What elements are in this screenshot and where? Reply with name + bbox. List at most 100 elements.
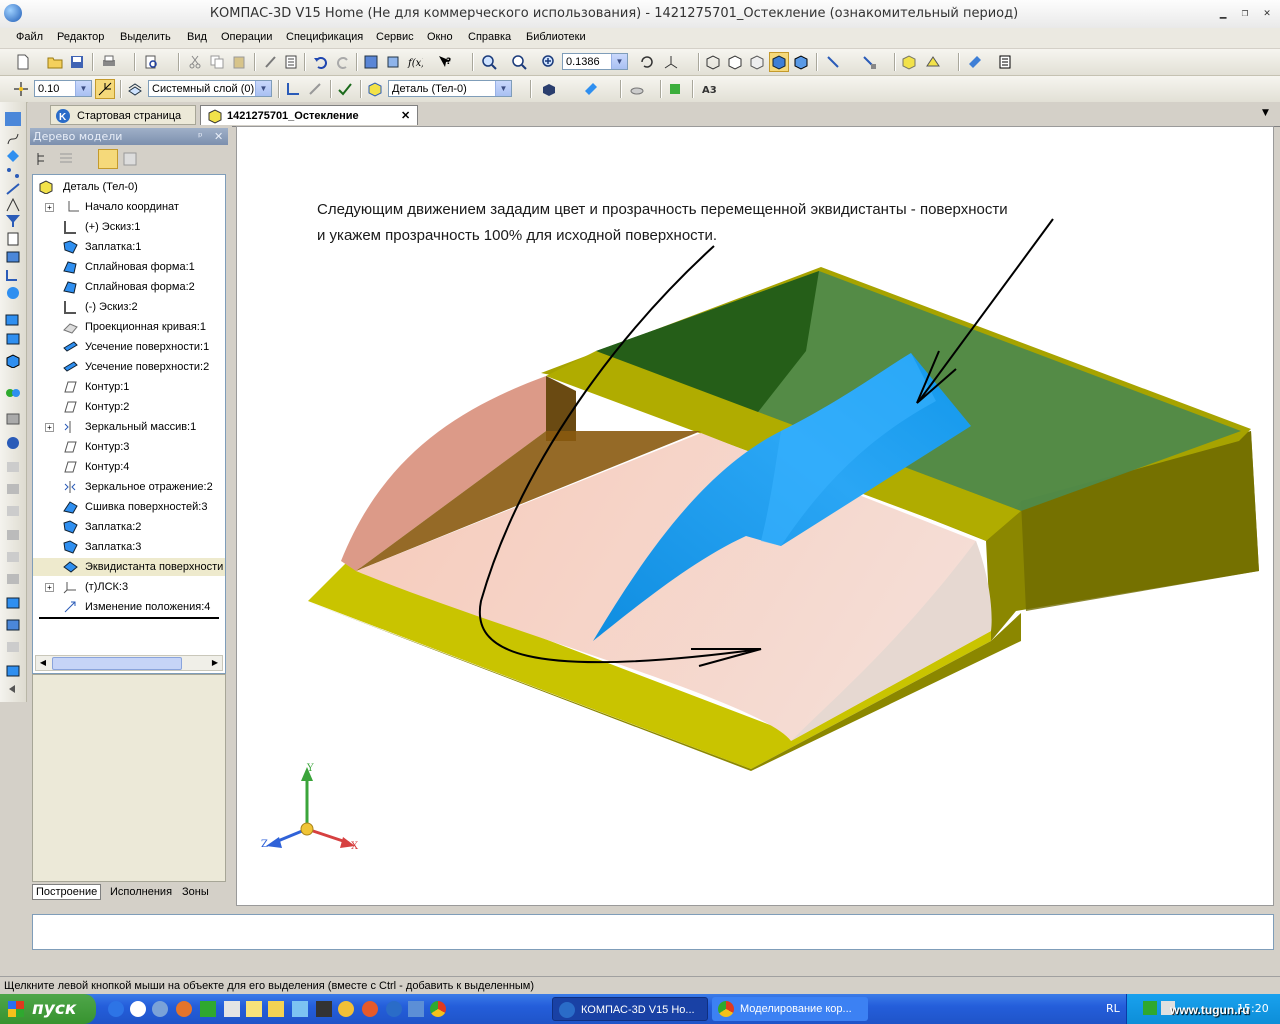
box-gray-icon[interactable] <box>5 412 21 426</box>
tree-item[interactable]: Усечение поверхности:1 <box>33 338 225 356</box>
tab-zones[interactable]: Зоны <box>182 886 209 898</box>
tree-item[interactable]: Сшивка поверхностей:3 <box>33 498 225 516</box>
surfaces-icon[interactable] <box>5 148 21 162</box>
step-combo[interactable]: 0.10 ▼ <box>34 80 92 97</box>
close-window-button[interactable]: ✕ <box>1260 7 1274 19</box>
part-editing-icon[interactable] <box>5 112 21 126</box>
cube-yellow-icon[interactable] <box>900 53 918 71</box>
blue-tool-2-icon[interactable] <box>5 618 21 632</box>
menu-service[interactable]: Сервис <box>376 31 414 43</box>
measure-vertical-icon[interactable] <box>5 182 21 196</box>
chevron-down-icon[interactable]: ▼ <box>75 81 91 96</box>
elements-icon[interactable] <box>5 268 21 282</box>
close-panel-icon[interactable]: ✕ <box>214 128 223 145</box>
menu-view[interactable]: Вид <box>187 31 207 43</box>
layer-icon[interactable] <box>126 80 144 98</box>
notepad-icon[interactable] <box>246 1001 262 1017</box>
rotate-icon[interactable] <box>638 53 656 71</box>
tree-list-icon[interactable] <box>58 151 74 167</box>
quicklaunch-8-icon[interactable] <box>408 1001 424 1017</box>
angle-icon[interactable] <box>5 197 21 212</box>
tray-network-icon[interactable] <box>1143 1001 1157 1015</box>
tree-item[interactable]: + Зеркальный массив:1 <box>33 418 225 436</box>
manager-icon[interactable] <box>362 53 380 71</box>
select-edges-icon[interactable] <box>860 53 878 71</box>
close-tab-icon[interactable]: ✕ <box>401 106 410 126</box>
language-indicator[interactable]: RL <box>1106 1002 1120 1015</box>
menu-help[interactable]: Справка <box>468 31 511 43</box>
cut-icon[interactable] <box>186 53 204 71</box>
undo-icon[interactable] <box>312 53 330 71</box>
gray-tool-2-icon[interactable] <box>5 482 21 496</box>
section-icon[interactable] <box>966 53 984 71</box>
report-icon[interactable] <box>5 250 21 264</box>
quicklaunch-7-icon[interactable] <box>362 1001 378 1017</box>
tree-item[interactable]: Изменение положения:4 <box>33 598 225 616</box>
scroll-left-icon[interactable]: ◀ <box>36 656 50 670</box>
ie-icon[interactable] <box>108 1001 124 1017</box>
menu-file[interactable]: Файл <box>16 31 43 43</box>
filter-icon[interactable] <box>5 214 21 228</box>
layer-combo[interactable]: Системный слой (0) ▼ <box>148 80 272 97</box>
hand-icon[interactable] <box>628 80 646 98</box>
thin-hidden-lines-icon[interactable] <box>748 53 766 71</box>
menu-specification[interactable]: Спецификация <box>286 31 363 43</box>
coordinate-system-icon[interactable] <box>284 80 302 98</box>
hidden-lines-icon[interactable] <box>726 53 744 71</box>
tree-item[interactable]: Сплайновая форма:1 <box>33 258 225 276</box>
minimize-button[interactable]: ▁ <box>1216 7 1230 19</box>
tree-sort-icon[interactable] <box>122 151 138 167</box>
blue-tool-1-icon[interactable] <box>5 596 21 610</box>
tree-item[interactable]: Усечение поверхности:2 <box>33 358 225 376</box>
quicklaunch-4-icon[interactable] <box>292 1001 308 1017</box>
menu-window[interactable]: Окно <box>427 31 453 43</box>
gray-tool-1-icon[interactable] <box>5 460 21 474</box>
local-cs-icon[interactable] <box>306 80 324 98</box>
save-icon[interactable] <box>68 53 86 71</box>
media-icon[interactable] <box>130 1001 146 1017</box>
tree-item[interactable]: Контур:1 <box>33 378 225 396</box>
zoom-in-icon[interactable] <box>540 53 558 71</box>
tab-build[interactable]: Построение <box>32 884 102 900</box>
menu-editor[interactable]: Редактор <box>57 31 104 43</box>
color-icon[interactable] <box>540 80 558 98</box>
zoom-scale-combo[interactable]: 0.1386 ▼ <box>562 53 628 70</box>
detail-combo[interactable]: Деталь (Тел-0) ▼ <box>388 80 512 97</box>
scroll-right-icon[interactable]: ▶ <box>208 656 222 670</box>
shaded-cube-icon[interactable] <box>5 354 21 369</box>
gray-tool-5-icon[interactable] <box>5 550 21 564</box>
menu-libraries[interactable]: Библиотеки <box>526 31 586 43</box>
open-folder-icon[interactable] <box>46 53 64 71</box>
gray-tool-3-icon[interactable] <box>5 504 21 518</box>
tree-root[interactable]: Деталь (Тел-0) <box>33 178 225 196</box>
library-vertical-icon[interactable] <box>5 286 21 300</box>
tree-item[interactable]: Контур:4 <box>33 458 225 476</box>
colored-parts-icon[interactable] <box>5 386 21 400</box>
tree-item[interactable]: (+) Эскиз:1 <box>33 218 225 236</box>
tree-item[interactable]: Сплайновая форма:2 <box>33 278 225 296</box>
3d-viewport[interactable]: Следующим движением зададим цвет и прозр… <box>236 126 1274 906</box>
zoom-window-icon[interactable] <box>480 53 498 71</box>
chevron-down-icon[interactable]: ▼ <box>495 81 511 96</box>
copy-icon[interactable] <box>208 53 226 71</box>
surface-color-icon[interactable] <box>582 80 600 98</box>
tab-versions[interactable]: Исполнения <box>110 886 172 898</box>
tab-list-chevron-icon[interactable]: ▼ <box>1262 108 1269 118</box>
tree-view-mode-button[interactable] <box>98 149 118 169</box>
start-button[interactable]: пуск <box>0 994 96 1024</box>
tree-item[interactable]: Контур:3 <box>33 438 225 456</box>
zoom-all-icon[interactable] <box>510 53 528 71</box>
points-icon[interactable] <box>5 166 21 180</box>
expand-icon[interactable]: + <box>45 583 54 592</box>
wireframe-icon[interactable] <box>704 53 722 71</box>
tree-item-selected[interactable]: Эквидистанта поверхности <box>33 558 225 576</box>
select-filter-icon[interactable] <box>824 53 842 71</box>
tree-item[interactable]: Заплатка:2 <box>33 518 225 536</box>
shaded-icon[interactable] <box>769 52 789 72</box>
green-block-icon[interactable] <box>666 80 684 98</box>
folder-icon[interactable] <box>268 1001 284 1017</box>
paste-icon[interactable] <box>230 53 248 71</box>
restore-button[interactable]: ❐ <box>1238 7 1252 19</box>
tree-item[interactable]: Заплатка:1 <box>33 238 225 256</box>
specification-icon[interactable] <box>5 232 21 246</box>
